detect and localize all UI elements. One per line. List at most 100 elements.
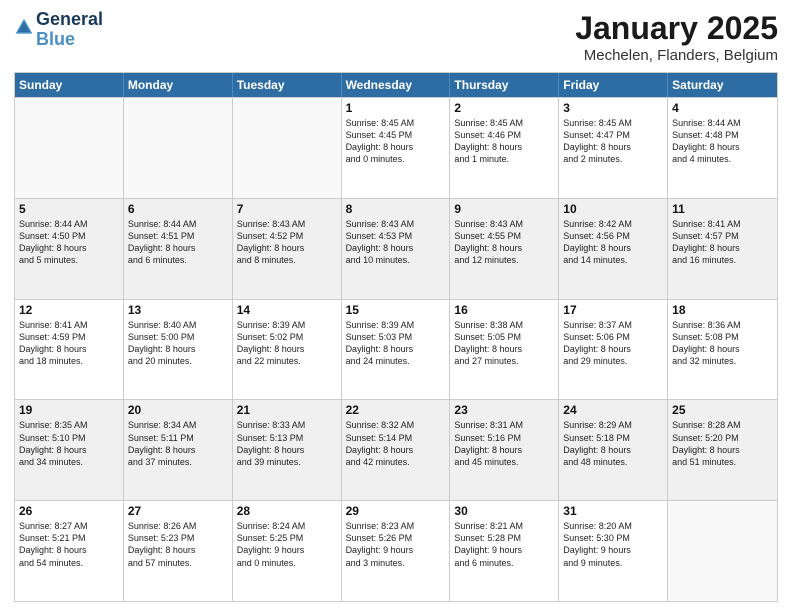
day-number: 13: [128, 303, 228, 317]
day-info: Sunrise: 8:45 AM Sunset: 4:46 PM Dayligh…: [454, 117, 554, 166]
calendar-cell: 11Sunrise: 8:41 AM Sunset: 4:57 PM Dayli…: [668, 199, 777, 299]
day-info: Sunrise: 8:40 AM Sunset: 5:00 PM Dayligh…: [128, 319, 228, 368]
day-number: 4: [672, 101, 773, 115]
day-info: Sunrise: 8:39 AM Sunset: 5:03 PM Dayligh…: [346, 319, 446, 368]
calendar-week-5: 26 Sunrise: 8:27 AM Sunset: 5:21 PM Dayli…: [15, 500, 777, 601]
day-number: 18: [672, 303, 773, 317]
day-info: Sunrise: 8:41 AM Sunset: 4:59 PM Dayligh…: [19, 319, 119, 368]
calendar-cell: 15 Sunrise: 8:39 AM Sunset: 5:03 PM Dayli…: [342, 300, 451, 400]
day-info: Sunrise: 8:27 AM Sunset: 5:21 PM Dayligh…: [19, 520, 119, 569]
day-header-wednesday: Wednesday: [342, 73, 451, 97]
day-info: Sunrise: 8:32 AM Sunset: 5:14 PM Dayligh…: [346, 419, 446, 468]
day-info: Sunrise: 8:24 AM Sunset: 5:25 PM Dayligh…: [237, 520, 337, 569]
day-header-friday: Friday: [559, 73, 668, 97]
calendar-cell: 12 Sunrise: 8:41 AM Sunset: 4:59 PM Dayli…: [15, 300, 124, 400]
calendar-cell: 8 Sunrise: 8:43 AM Sunset: 4:53 PM Daylig…: [342, 199, 451, 299]
day-number: 10: [563, 202, 663, 216]
calendar-cell: [15, 98, 124, 198]
day-info: Sunrise: 8:31 AM Sunset: 5:16 PM Dayligh…: [454, 419, 554, 468]
page-container: General Blue January 2025 Mechelen, Flan…: [0, 0, 792, 612]
day-info: Sunrise: 8:29 AM Sunset: 5:18 PM Dayligh…: [563, 419, 663, 468]
day-info: Sunrise: 8:41 AM Sunset: 4:57 PM Dayligh…: [672, 218, 773, 267]
day-info: Sunrise: 8:45 AM Sunset: 4:47 PM Dayligh…: [563, 117, 663, 166]
day-info: Sunrise: 8:28 AM Sunset: 5:20 PM Dayligh…: [672, 419, 773, 468]
day-number: 20: [128, 403, 228, 417]
day-info: Sunrise: 8:43 AM Sunset: 4:52 PM Dayligh…: [237, 218, 337, 267]
day-number: 29: [346, 504, 446, 518]
calendar-cell: 10 Sunrise: 8:42 AM Sunset: 4:56 PM Dayli…: [559, 199, 668, 299]
day-number: 30: [454, 504, 554, 518]
calendar-cell: 1Sunrise: 8:45 AM Sunset: 4:45 PM Daylig…: [342, 98, 451, 198]
title-block: January 2025 Mechelen, Flanders, Belgium: [575, 10, 778, 64]
day-info: Sunrise: 8:42 AM Sunset: 4:56 PM Dayligh…: [563, 218, 663, 267]
logo-line1: General: [36, 10, 103, 30]
day-number: 12: [19, 303, 119, 317]
day-info: Sunrise: 8:44 AM Sunset: 4:51 PM Dayligh…: [128, 218, 228, 267]
day-number: 31: [563, 504, 663, 518]
day-number: 2: [454, 101, 554, 115]
day-number: 16: [454, 303, 554, 317]
day-number: 27: [128, 504, 228, 518]
day-number: 14: [237, 303, 337, 317]
calendar-cell: 22 Sunrise: 8:32 AM Sunset: 5:14 PM Dayli…: [342, 400, 451, 500]
day-number: 26: [19, 504, 119, 518]
calendar-cell: 21Sunrise: 8:33 AM Sunset: 5:13 PM Dayli…: [233, 400, 342, 500]
calendar-cell: 4 Sunrise: 8:44 AM Sunset: 4:48 PM Daylig…: [668, 98, 777, 198]
calendar-week-2: 5 Sunrise: 8:44 AM Sunset: 4:50 PM Daylig…: [15, 198, 777, 299]
calendar-week-3: 12 Sunrise: 8:41 AM Sunset: 4:59 PM Dayli…: [15, 299, 777, 400]
day-number: 24: [563, 403, 663, 417]
calendar-week-1: 1Sunrise: 8:45 AM Sunset: 4:45 PM Daylig…: [15, 97, 777, 198]
day-number: 25: [672, 403, 773, 417]
day-number: 3: [563, 101, 663, 115]
calendar-cell: 25 Sunrise: 8:28 AM Sunset: 5:20 PM Dayli…: [668, 400, 777, 500]
day-info: Sunrise: 8:34 AM Sunset: 5:11 PM Dayligh…: [128, 419, 228, 468]
calendar-cell: 5 Sunrise: 8:44 AM Sunset: 4:50 PM Daylig…: [15, 199, 124, 299]
day-number: 8: [346, 202, 446, 216]
day-info: Sunrise: 8:21 AM Sunset: 5:28 PM Dayligh…: [454, 520, 554, 569]
calendar-cell: 27 Sunrise: 8:26 AM Sunset: 5:23 PM Dayli…: [124, 501, 233, 601]
calendar-cell: 23 Sunrise: 8:31 AM Sunset: 5:16 PM Dayli…: [450, 400, 559, 500]
calendar-cell: 17Sunrise: 8:37 AM Sunset: 5:06 PM Dayli…: [559, 300, 668, 400]
calendar-cell: 6 Sunrise: 8:44 AM Sunset: 4:51 PM Daylig…: [124, 199, 233, 299]
calendar-cell: 7 Sunrise: 8:43 AM Sunset: 4:52 PM Daylig…: [233, 199, 342, 299]
day-info: Sunrise: 8:23 AM Sunset: 5:26 PM Dayligh…: [346, 520, 446, 569]
day-info: Sunrise: 8:38 AM Sunset: 5:05 PM Dayligh…: [454, 319, 554, 368]
day-info: Sunrise: 8:43 AM Sunset: 4:53 PM Dayligh…: [346, 218, 446, 267]
day-number: 6: [128, 202, 228, 216]
day-number: 17: [563, 303, 663, 317]
calendar-cell: [233, 98, 342, 198]
calendar-cell: 3 Sunrise: 8:45 AM Sunset: 4:47 PM Daylig…: [559, 98, 668, 198]
day-info: Sunrise: 8:43 AM Sunset: 4:55 PM Dayligh…: [454, 218, 554, 267]
month-title: January 2025: [575, 10, 778, 47]
day-info: Sunrise: 8:44 AM Sunset: 4:48 PM Dayligh…: [672, 117, 773, 166]
day-number: 5: [19, 202, 119, 216]
calendar-cell: 16 Sunrise: 8:38 AM Sunset: 5:05 PM Dayli…: [450, 300, 559, 400]
day-number: 23: [454, 403, 554, 417]
day-header-monday: Monday: [124, 73, 233, 97]
day-number: 15: [346, 303, 446, 317]
calendar-cell: 24 Sunrise: 8:29 AM Sunset: 5:18 PM Dayli…: [559, 400, 668, 500]
day-header-saturday: Saturday: [668, 73, 777, 97]
day-number: 19: [19, 403, 119, 417]
day-number: 9: [454, 202, 554, 216]
day-info: Sunrise: 8:39 AM Sunset: 5:02 PM Dayligh…: [237, 319, 337, 368]
day-header-sunday: Sunday: [15, 73, 124, 97]
calendar-cell: [124, 98, 233, 198]
day-header-thursday: Thursday: [450, 73, 559, 97]
header: General Blue January 2025 Mechelen, Flan…: [14, 10, 778, 64]
calendar-cell: 19Sunrise: 8:35 AM Sunset: 5:10 PM Dayli…: [15, 400, 124, 500]
day-number: 21: [237, 403, 337, 417]
logo-icon: [14, 17, 34, 37]
day-number: 7: [237, 202, 337, 216]
day-info: Sunrise: 8:44 AM Sunset: 4:50 PM Dayligh…: [19, 218, 119, 267]
day-info: Sunrise: 8:36 AM Sunset: 5:08 PM Dayligh…: [672, 319, 773, 368]
day-info: Sunrise: 8:26 AM Sunset: 5:23 PM Dayligh…: [128, 520, 228, 569]
day-info: Sunrise: 8:45 AM Sunset: 4:45 PM Dayligh…: [346, 117, 446, 166]
calendar-cell: 26 Sunrise: 8:27 AM Sunset: 5:21 PM Dayli…: [15, 501, 124, 601]
calendar: SundayMondayTuesdayWednesdayThursdayFrid…: [14, 72, 778, 602]
calendar-cell: 2 Sunrise: 8:45 AM Sunset: 4:46 PM Daylig…: [450, 98, 559, 198]
day-header-tuesday: Tuesday: [233, 73, 342, 97]
logo-line2: Blue: [36, 30, 103, 50]
calendar-header-row: SundayMondayTuesdayWednesdayThursdayFrid…: [15, 73, 777, 97]
day-number: 22: [346, 403, 446, 417]
